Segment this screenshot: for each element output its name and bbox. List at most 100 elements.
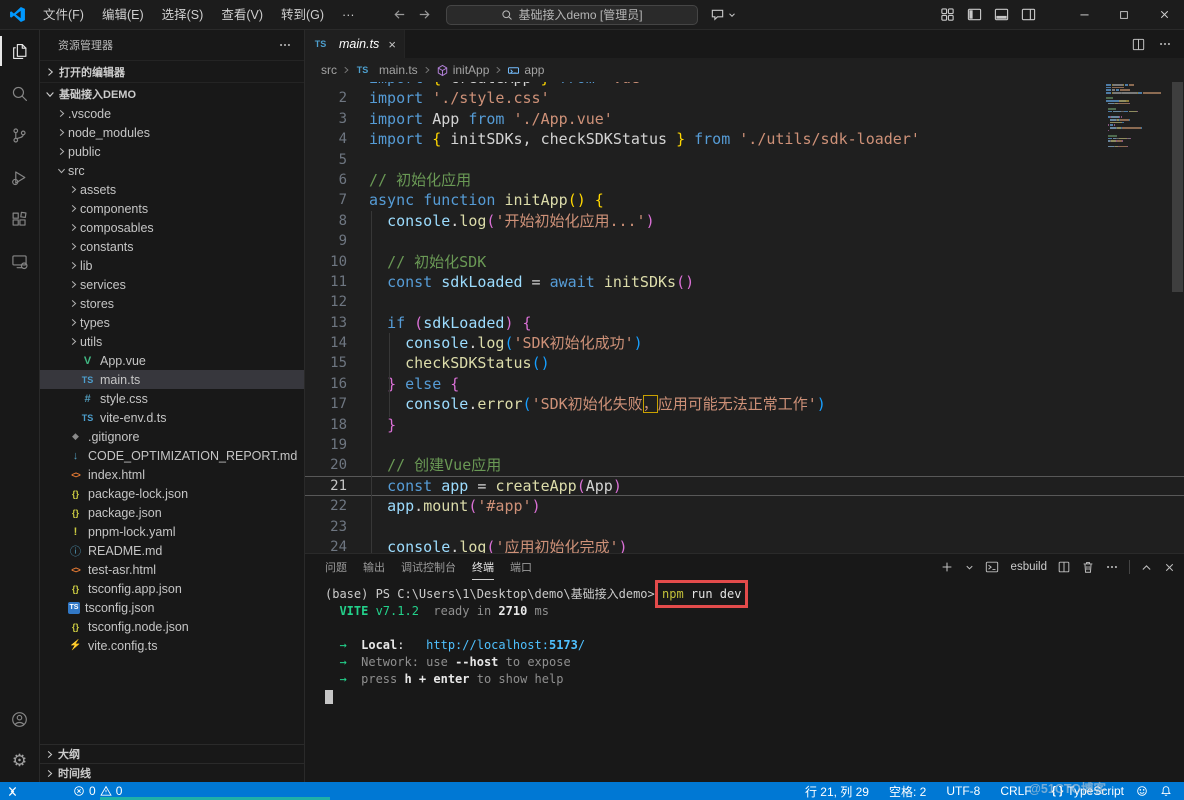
explorer-more-actions-icon[interactable] (278, 38, 292, 52)
menu-3[interactable]: 查看(V) (212, 4, 272, 26)
sidebar-pane-时间线[interactable]: 时间线 (40, 763, 304, 782)
tree-folder-assets[interactable]: assets (40, 180, 304, 199)
menu-1[interactable]: 编辑(E) (93, 4, 153, 26)
code-line[interactable]: 10 // 初始化SDK (305, 252, 1184, 272)
status-item-2[interactable]: UTF-8 (940, 782, 986, 800)
tree-folder-components[interactable]: components (40, 199, 304, 218)
tree-folder-node_modules[interactable]: node_modules (40, 123, 304, 142)
forward-arrow-icon[interactable] (417, 7, 432, 22)
remote-indicator[interactable] (0, 782, 25, 800)
root-folder-section[interactable]: 基础接入DEMO (40, 82, 304, 104)
more-actions-icon[interactable] (1158, 37, 1172, 51)
toggle-secondary-sidebar-icon[interactable] (1021, 7, 1036, 22)
tree-file-CODE_OPTIMIZATION_REPORT.md[interactable]: ↓CODE_OPTIMIZATION_REPORT.md (40, 446, 304, 465)
code-line[interactable]: 11 const sdkLoaded = await initSDKs() (305, 272, 1184, 292)
back-arrow-icon[interactable] (392, 7, 407, 22)
code-line[interactable]: 9 (305, 231, 1184, 251)
status-item-1[interactable]: 空格: 2 (883, 782, 932, 800)
tree-file-index.html[interactable]: <>index.html (40, 465, 304, 484)
code-line[interactable]: 15 checkSDKStatus() (305, 353, 1184, 373)
panel-tab-端口[interactable]: 端口 (510, 554, 532, 580)
breadcrumb-item-app[interactable]: app (507, 63, 544, 77)
code-line[interactable]: 20 // 创建Vue应用 (305, 455, 1184, 475)
tree-file-test-asr.html[interactable]: <>test-asr.html (40, 560, 304, 579)
tree-folder-src[interactable]: src (40, 161, 304, 180)
panel-tab-输出[interactable]: 输出 (363, 554, 385, 580)
menu-more[interactable]: ··· (333, 4, 364, 26)
code-line[interactable]: 17 console.error('SDK初始化失败，应用可能无法正常工作') (305, 394, 1184, 414)
tree-folder-stores[interactable]: stores (40, 294, 304, 313)
command-center-search[interactable]: 基础接入demo [管理员] (446, 5, 698, 25)
tab-main-ts[interactable]: TS main.ts × (305, 30, 405, 58)
code-line[interactable]: 7async function initApp() { (305, 190, 1184, 210)
code-line[interactable]: 5 (305, 150, 1184, 170)
menu-2[interactable]: 选择(S) (153, 4, 213, 26)
code-line[interactable]: 8 console.log('开始初始化应用...') (305, 211, 1184, 231)
ellipsis-icon[interactable] (1105, 560, 1119, 574)
tree-file-vite.config.ts[interactable]: ⚡vite.config.ts (40, 636, 304, 655)
split-panel-icon[interactable] (1057, 560, 1071, 574)
toggle-panel-icon[interactable] (994, 7, 1009, 22)
open-editors-section[interactable]: 打开的编辑器 (40, 60, 304, 82)
close-window-button[interactable] (1144, 0, 1184, 29)
tree-folder-constants[interactable]: constants (40, 237, 304, 256)
code-line[interactable]: 16 } else { (305, 374, 1184, 394)
code-line[interactable]: 21 const app = createApp(App) (305, 476, 1184, 496)
activity-run-debug[interactable] (0, 156, 40, 198)
status-item-3[interactable]: CRLF (994, 782, 1037, 800)
feedback-smiley[interactable] (1130, 782, 1154, 800)
activity-extensions[interactable] (0, 198, 40, 240)
activity-search[interactable] (0, 72, 40, 114)
language-mode[interactable]: { }TypeScript (1046, 782, 1130, 800)
breadcrumb-item-initApp[interactable]: initApp (436, 63, 490, 77)
code-line[interactable]: 14 console.log('SDK初始化成功') (305, 333, 1184, 353)
tree-file-tsconfig.json[interactable]: TStsconfig.json (40, 598, 304, 617)
editor-scrollbar[interactable] (1171, 82, 1184, 553)
tree-file-tsconfig.app.json[interactable]: {}tsconfig.app.json (40, 579, 304, 598)
tree-folder-public[interactable]: public (40, 142, 304, 161)
tree-file-main.ts[interactable]: TSmain.ts (40, 370, 304, 389)
status-item-0[interactable]: 行 21, 列 29 (799, 782, 875, 800)
tree-folder-composables[interactable]: composables (40, 218, 304, 237)
activity-source-control[interactable] (0, 114, 40, 156)
breadcrumb-item-src[interactable]: src (321, 63, 337, 77)
activity-settings[interactable]: ⚙ (0, 740, 40, 782)
code-line[interactable]: 22 app.mount('#app') (305, 496, 1184, 516)
notifications-bell[interactable] (1154, 782, 1178, 800)
panel-tab-问题[interactable]: 问题 (325, 554, 347, 580)
tree-file-tsconfig.node.json[interactable]: {}tsconfig.node.json (40, 617, 304, 636)
breadcrumb-item-main.ts[interactable]: TSmain.ts (355, 63, 418, 77)
trash-icon[interactable] (1081, 560, 1095, 574)
minimap[interactable] (1106, 84, 1168, 149)
tree-folder-.vscode[interactable]: .vscode (40, 104, 304, 123)
panel-tab-调试控制台[interactable]: 调试控制台 (401, 554, 456, 580)
close-icon[interactable] (1163, 561, 1176, 574)
maximize-button[interactable] (1104, 0, 1144, 29)
split-editor-icon[interactable] (1131, 37, 1146, 52)
sidebar-pane-大纲[interactable]: 大纲 (40, 744, 304, 763)
menu-0[interactable]: 文件(F) (34, 4, 93, 26)
panel-tab-终端[interactable]: 终端 (472, 554, 494, 580)
tree-file-pnpm-lock.yaml[interactable]: !pnpm-lock.yaml (40, 522, 304, 541)
tree-folder-utils[interactable]: utils (40, 332, 304, 351)
tree-file-style.css[interactable]: #style.css (40, 389, 304, 408)
tree-file-App.vue[interactable]: VApp.vue (40, 351, 304, 370)
tree-file-README.md[interactable]: ⓘREADME.md (40, 541, 304, 560)
dropdown-chevron-icon[interactable] (964, 562, 975, 573)
tree-folder-types[interactable]: types (40, 313, 304, 332)
code-line[interactable]: 24 console.log('应用初始化完成') (305, 537, 1184, 553)
code-line[interactable]: 4import { initSDKs, checkSDKStatus } fro… (305, 129, 1184, 149)
menu-4[interactable]: 转到(G) (272, 4, 333, 26)
panel-maximize-icon[interactable] (1140, 561, 1153, 574)
code-line[interactable]: 18 } (305, 415, 1184, 435)
scrollbar-thumb[interactable] (1172, 82, 1183, 292)
code-line[interactable]: 23 (305, 517, 1184, 537)
tree-file-vite-env.d.ts[interactable]: TSvite-env.d.ts (40, 408, 304, 427)
code-line[interactable]: 19 (305, 435, 1184, 455)
tree-folder-lib[interactable]: lib (40, 256, 304, 275)
activity-explorer[interactable] (0, 30, 40, 72)
customize-layout-icon[interactable] (940, 7, 955, 22)
code-line[interactable]: 2import './style.css' (305, 88, 1184, 108)
activity-remote-explorer[interactable] (0, 240, 40, 282)
tab-close-icon[interactable]: × (388, 37, 396, 52)
